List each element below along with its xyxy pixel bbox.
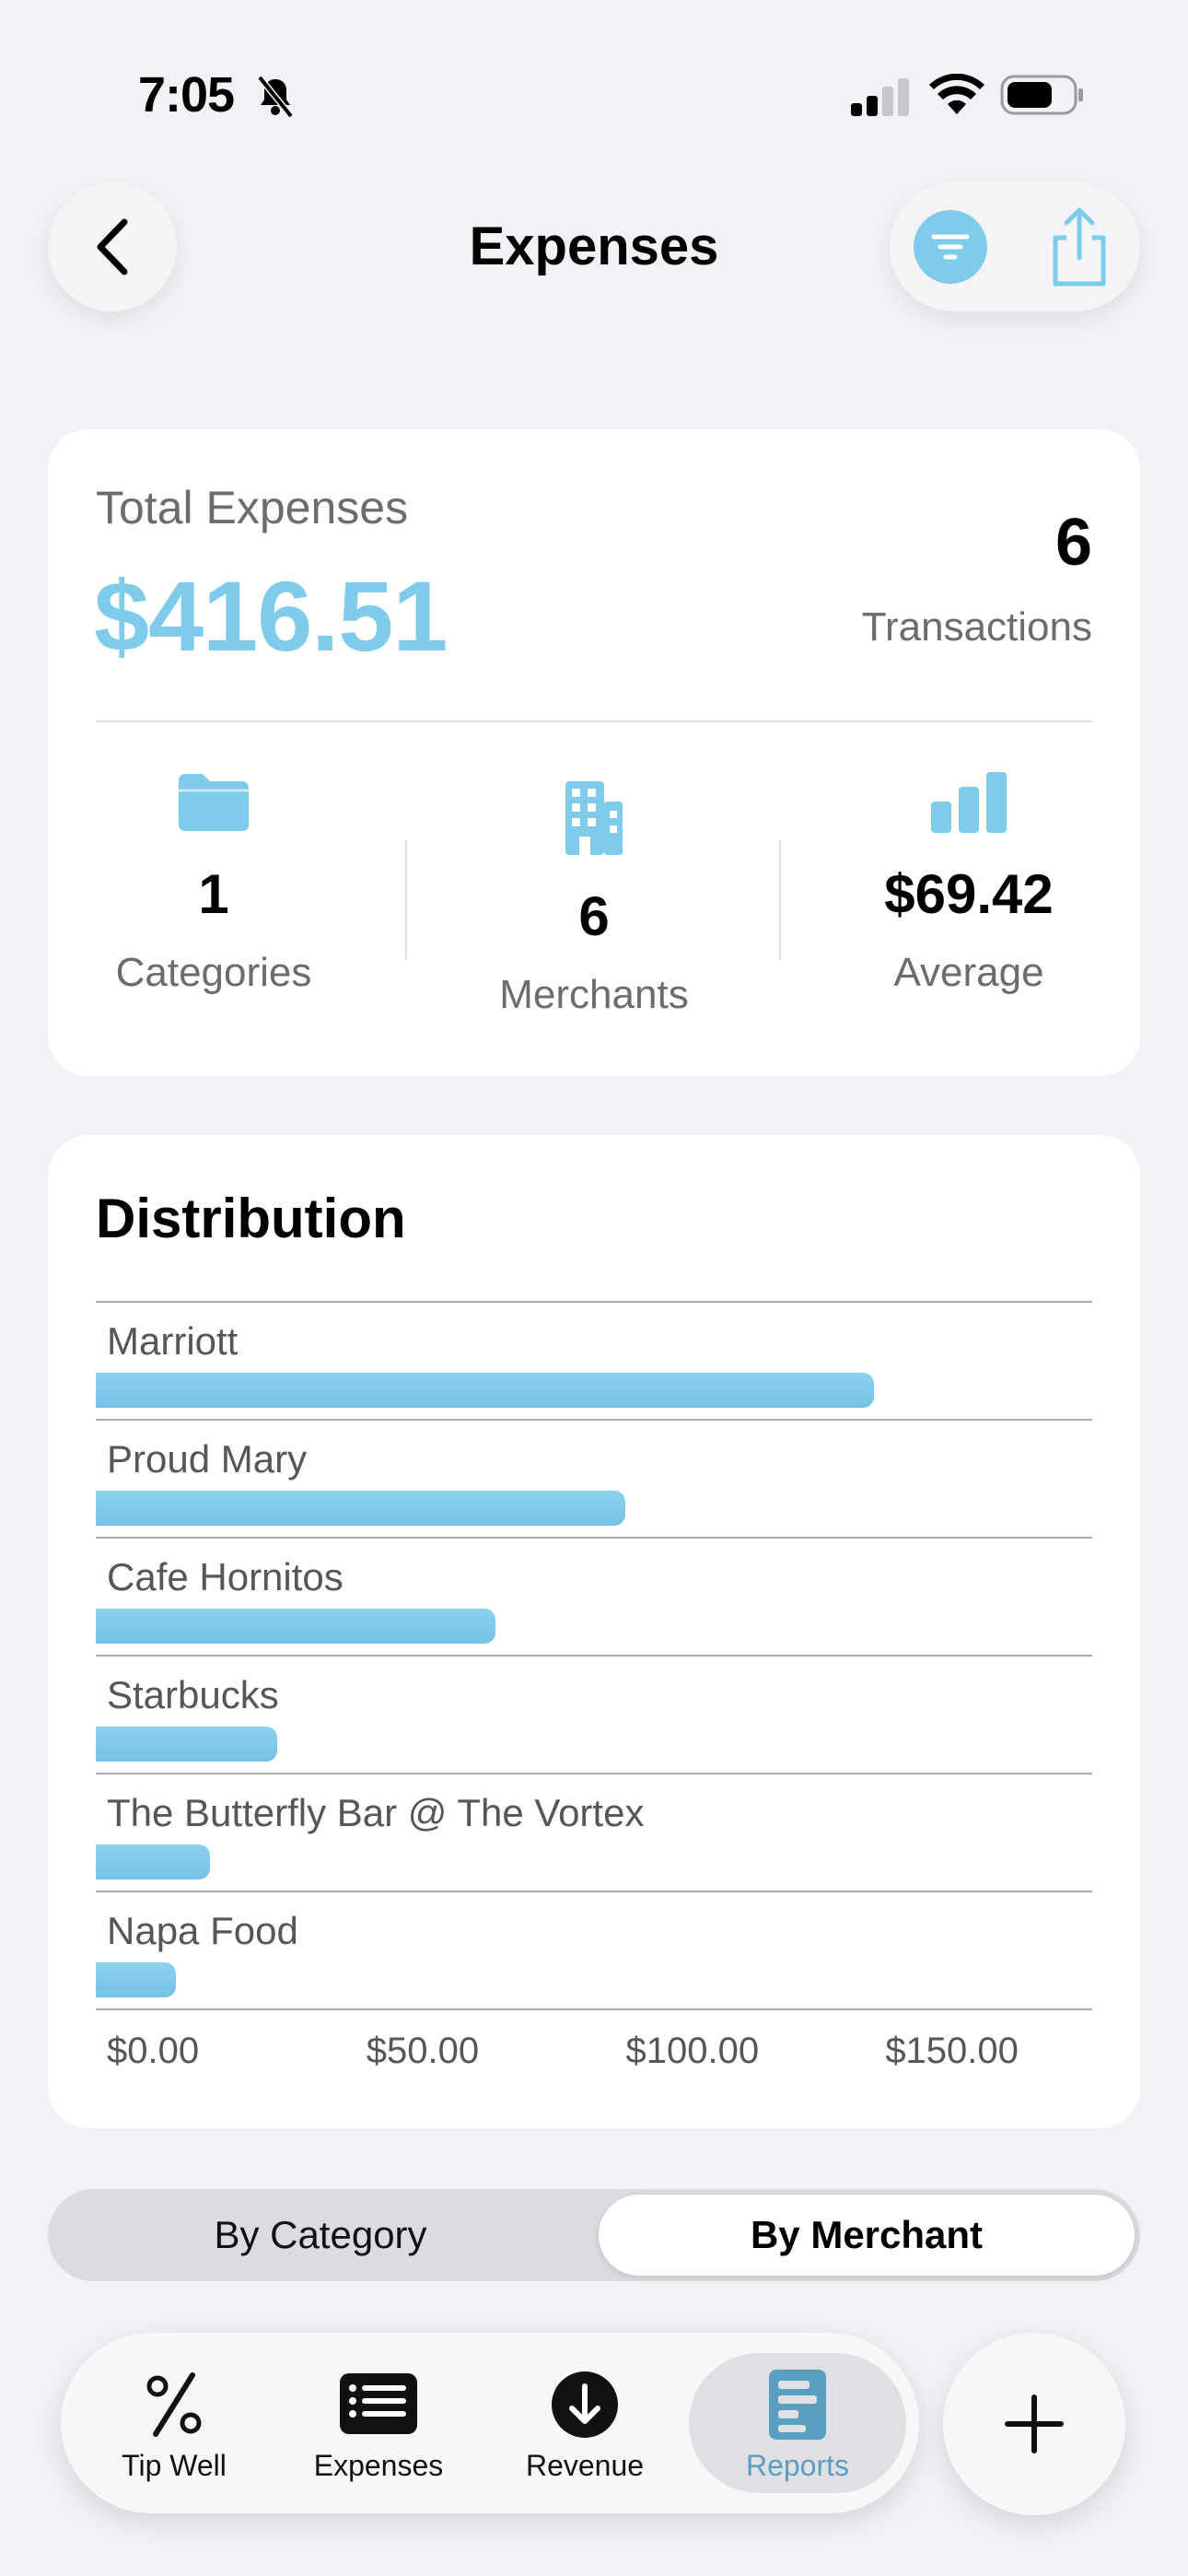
chart-gridline bbox=[96, 2008, 1092, 2010]
tab-tip-well[interactable]: Tip Well bbox=[79, 2353, 269, 2493]
chart-bar[interactable] bbox=[96, 1844, 210, 1879]
bell-slash-icon bbox=[257, 75, 294, 119]
distribution-card: Distribution Marriott Proud Mary Cafe Horn… bbox=[48, 1135, 1140, 2128]
tab-bar: Tip Well Expenses Revenue Reports bbox=[61, 2333, 919, 2513]
average-label: Average bbox=[893, 950, 1044, 995]
chart-gridline bbox=[96, 1773, 1092, 1774]
cellular-signal-icon bbox=[851, 78, 909, 116]
segment-by-category[interactable]: By Category bbox=[53, 2195, 588, 2276]
chart-category-label: Proud Mary bbox=[107, 1437, 308, 1481]
tab-reports[interactable]: Reports bbox=[689, 2353, 906, 2493]
percent-icon bbox=[146, 2372, 202, 2437]
transactions-count: 6 bbox=[1054, 506, 1092, 580]
chart-category-label: The Butterfly Bar @ The Vortex bbox=[107, 1791, 645, 1834]
bar-chart-icon bbox=[931, 772, 1007, 833]
chart-category-label: Marriott bbox=[107, 1319, 239, 1363]
folder-icon bbox=[179, 774, 249, 831]
merchants-value: 6 bbox=[578, 885, 610, 947]
share-icon bbox=[1053, 207, 1106, 287]
chart-category-label: Napa Food bbox=[107, 1909, 298, 1952]
building-icon bbox=[565, 781, 623, 855]
list-icon bbox=[340, 2373, 417, 2434]
chart-gridline bbox=[96, 1655, 1092, 1657]
summary-divider bbox=[96, 720, 1092, 722]
stat-separator bbox=[779, 840, 781, 960]
tab-label: Revenue bbox=[525, 2449, 645, 2482]
chart-gridline bbox=[96, 1891, 1092, 1892]
filter-button[interactable] bbox=[914, 210, 987, 284]
merchants-label: Merchants bbox=[499, 972, 689, 1017]
view-segmented-control: By Category By Merchant bbox=[48, 2189, 1140, 2281]
status-time: 7:05 bbox=[138, 67, 235, 123]
add-button[interactable] bbox=[943, 2333, 1125, 2515]
categories-value: 1 bbox=[198, 863, 229, 925]
average-value: $69.42 bbox=[884, 863, 1054, 925]
chart-gridline bbox=[96, 1301, 1092, 1303]
chart-category-label: Starbucks bbox=[107, 1673, 279, 1716]
stat-average: $69.42 Average bbox=[803, 770, 1135, 996]
tab-revenue[interactable]: Revenue bbox=[490, 2353, 680, 2493]
chart-x-tick-label: $0.00 bbox=[107, 2031, 200, 2071]
plus-icon bbox=[1005, 2395, 1064, 2453]
chart-bar[interactable] bbox=[96, 1609, 495, 1644]
chart-gridline bbox=[96, 1537, 1092, 1539]
status-bar: 7:05 bbox=[0, 0, 1188, 184]
distribution-title: Distribution bbox=[96, 1188, 406, 1249]
categories-label: Categories bbox=[115, 950, 312, 995]
tab-label: Tip Well bbox=[122, 2449, 227, 2482]
chart-gridline bbox=[96, 1419, 1092, 1421]
arrow-down-circle-icon bbox=[552, 2371, 618, 2438]
header-actions bbox=[890, 182, 1140, 311]
stat-separator bbox=[405, 840, 407, 960]
tab-label: Reports bbox=[745, 2449, 850, 2482]
tab-label: Expenses bbox=[313, 2449, 444, 2482]
segment-by-merchant[interactable]: By Merchant bbox=[599, 2195, 1135, 2276]
total-expenses-value: $416.51 bbox=[94, 560, 448, 672]
stat-categories: 1 Categories bbox=[48, 770, 379, 996]
share-button[interactable] bbox=[1041, 203, 1118, 291]
chart-category-label: Cafe Hornitos bbox=[107, 1555, 344, 1598]
chart-bar[interactable] bbox=[96, 1962, 176, 1997]
chart-bar[interactable] bbox=[96, 1727, 277, 1762]
report-icon bbox=[769, 2370, 826, 2440]
stat-merchants: 6 Merchants bbox=[428, 779, 760, 1018]
chart-x-tick-label: $150.00 bbox=[885, 2031, 1019, 2071]
distribution-chart: Marriott Proud Mary Cafe Hornitos Starbucks… bbox=[96, 1301, 1092, 2075]
chart-x-tick-label: $100.00 bbox=[625, 2031, 760, 2071]
chart-x-tick-label: $50.00 bbox=[366, 2031, 480, 2071]
battery-icon bbox=[1000, 75, 1083, 115]
chart-bar[interactable] bbox=[96, 1373, 874, 1408]
summary-card: Total Expenses $416.51 6 Transactions 1 … bbox=[48, 429, 1140, 1076]
tab-expenses[interactable]: Expenses bbox=[284, 2353, 473, 2493]
total-expenses-label: Total Expenses bbox=[96, 482, 409, 533]
chart-bar[interactable] bbox=[96, 1491, 625, 1526]
transactions-label: Transactions bbox=[861, 604, 1092, 650]
wifi-icon bbox=[929, 74, 984, 114]
filter-icon bbox=[931, 234, 970, 260]
